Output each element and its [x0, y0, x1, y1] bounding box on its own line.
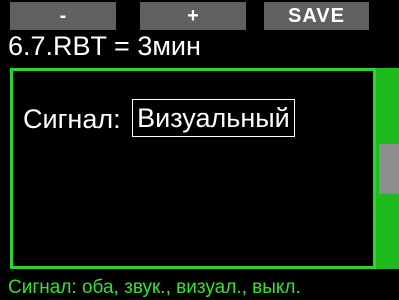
alarm-setting-row[interactable]: Сигнал: Визуальный	[23, 99, 295, 139]
options-hint: Сигнал: оба, звук., визуал., выкл.	[8, 277, 301, 298]
settings-panel: Сигнал: Визуальный	[10, 68, 399, 269]
decrease-button[interactable]: -	[10, 2, 116, 30]
increase-button[interactable]: +	[140, 2, 246, 30]
scrollbar[interactable]	[373, 68, 399, 269]
save-button[interactable]: SAVE	[264, 2, 369, 30]
softkey-bar: - + SAVE	[0, 2, 399, 30]
alarm-setting-label: Сигнал:	[23, 104, 121, 134]
page-title: 6.7.RBT = 3мин	[8, 31, 201, 61]
alarm-setting-value[interactable]: Визуальный	[132, 99, 295, 137]
scrollbar-thumb[interactable]	[379, 144, 399, 194]
